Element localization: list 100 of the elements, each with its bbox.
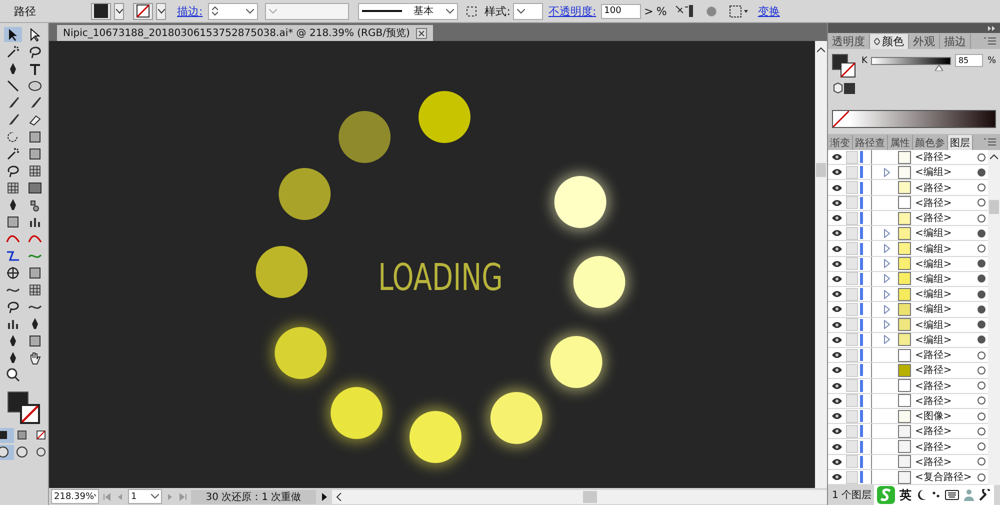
layers-scrollbar[interactable] [988,150,1000,485]
layer-row[interactable]: <路径> [871,454,988,469]
eye-icon[interactable] [831,366,843,374]
step-path-icon[interactable] [4,248,22,263]
expand-arrow-icon[interactable] [884,244,890,254]
fill-swatch[interactable] [91,2,111,20]
spinner-arrows-icon[interactable] [212,6,218,16]
scrollbar-thumb[interactable] [816,163,826,177]
target-icon[interactable] [977,412,986,421]
eye-icon[interactable] [831,260,843,268]
gradient-icon[interactable] [26,180,44,195]
lock-toggle[interactable] [846,242,858,256]
opacity-link[interactable]: 不透明度: [548,4,596,18]
expand-arrow-icon[interactable] [884,290,890,299]
scroll-left-icon[interactable] [336,492,342,500]
artboard-dropdown[interactable]: 1 [128,489,162,504]
fill-stroke-swatches[interactable] [832,54,858,80]
target-icon[interactable] [977,290,986,299]
eye-icon[interactable] [831,351,843,360]
document-tab[interactable]: Nipic_10673188_20180306153752875038.ai* @ 218.39% (RGB/预览) [57,25,433,41]
expand-arrow-icon[interactable] [884,335,890,344]
zoom-dropdown[interactable]: 218.39% [51,489,99,504]
layer-row[interactable]: <编组> [871,302,988,317]
layer-row[interactable]: <路径> [871,196,988,210]
eye-icon[interactable] [831,198,843,207]
layer-row[interactable]: <路径> [871,210,988,226]
lock-toggle[interactable] [846,257,858,270]
cube-icon[interactable] [832,82,856,94]
target-icon[interactable] [977,168,986,177]
lock-toggle[interactable] [846,150,858,164]
panel-menu-icon[interactable] [984,37,996,45]
k-value-field[interactable]: 85 [955,54,984,67]
fill-stroke-swatches[interactable] [6,390,42,426]
target-icon[interactable] [977,350,986,360]
brush-definition-icon[interactable] [464,4,478,18]
eye-icon[interactable] [831,382,843,390]
lock-toggle[interactable] [846,410,858,423]
eye-icon[interactable] [831,184,843,192]
layer-row[interactable]: <路径> [871,439,988,454]
panel-tab[interactable]: 颜色 [870,34,909,49]
target-icon[interactable] [977,366,986,375]
zoom-icon[interactable] [4,367,22,382]
ellipse-icon[interactable] [26,78,44,93]
target-icon[interactable] [977,152,986,162]
target-icon[interactable] [977,183,986,192]
status-menu-arrow-icon[interactable] [319,492,329,502]
transform-link[interactable]: 变换 [758,4,780,18]
eye-icon[interactable] [831,229,843,238]
target-icon[interactable] [977,335,986,344]
target-icon[interactable] [977,304,986,314]
eye-icon[interactable] [831,290,843,298]
opacity-field[interactable]: 100 [601,4,642,18]
scrollbar-thumb[interactable] [583,490,597,502]
eye-icon[interactable] [831,274,843,283]
punctuation-icon[interactable] [932,490,940,500]
layer-row[interactable]: <路径> [871,378,988,393]
target-icon[interactable] [977,381,986,390]
keyboard-icon[interactable] [944,490,959,500]
target-icon[interactable] [977,472,986,482]
lock-toggle[interactable] [846,440,858,454]
target-icon[interactable] [977,442,986,452]
wrench-icon[interactable] [978,489,991,501]
moon-icon[interactable] [916,489,927,501]
eye-icon[interactable] [831,442,843,451]
eye-icon[interactable] [831,305,843,314]
layer-row[interactable]: <路径> [871,363,988,378]
lock-toggle[interactable] [846,394,858,408]
lock-toggle[interactable] [846,166,858,179]
target-icon[interactable] [977,244,986,254]
lock-toggle[interactable] [846,470,858,484]
draw-normal-icon[interactable] [0,445,14,460]
scrollbar-thumb[interactable] [989,200,999,214]
eye-icon[interactable] [831,427,843,436]
target-icon[interactable] [977,320,986,330]
lock-toggle[interactable] [846,333,858,346]
recolor-icon[interactable] [674,4,694,18]
horizontal-scrollbar[interactable] [332,490,827,504]
style-dropdown[interactable] [513,2,544,20]
expand-arrow-icon[interactable] [884,304,890,314]
layer-row[interactable]: <路径> [871,348,988,362]
target-icon[interactable] [977,396,986,406]
panel-menu-icon[interactable] [984,138,996,146]
eye-icon[interactable] [831,473,843,482]
expand-arrow-icon[interactable] [884,259,890,268]
target-icon[interactable] [977,457,986,466]
layer-row[interactable]: <路径> [871,180,988,195]
eye-icon[interactable] [831,214,843,222]
target-icon[interactable] [977,214,986,223]
color-ramp[interactable] [832,110,996,128]
eye-icon[interactable] [831,244,843,253]
lock-toggle[interactable] [846,212,858,225]
target-icon[interactable] [977,426,986,436]
stroke-link[interactable]: 描边: [177,4,203,18]
none-swatch-icon[interactable] [833,111,849,127]
eye-icon[interactable] [831,168,843,176]
layer-row[interactable]: <编组> [871,241,988,256]
scroll-up-icon[interactable] [817,47,825,53]
vertical-scrollbar[interactable] [815,41,827,488]
stroke-weight-field[interactable] [208,2,258,20]
opacity-arrow[interactable]: > [644,4,654,18]
